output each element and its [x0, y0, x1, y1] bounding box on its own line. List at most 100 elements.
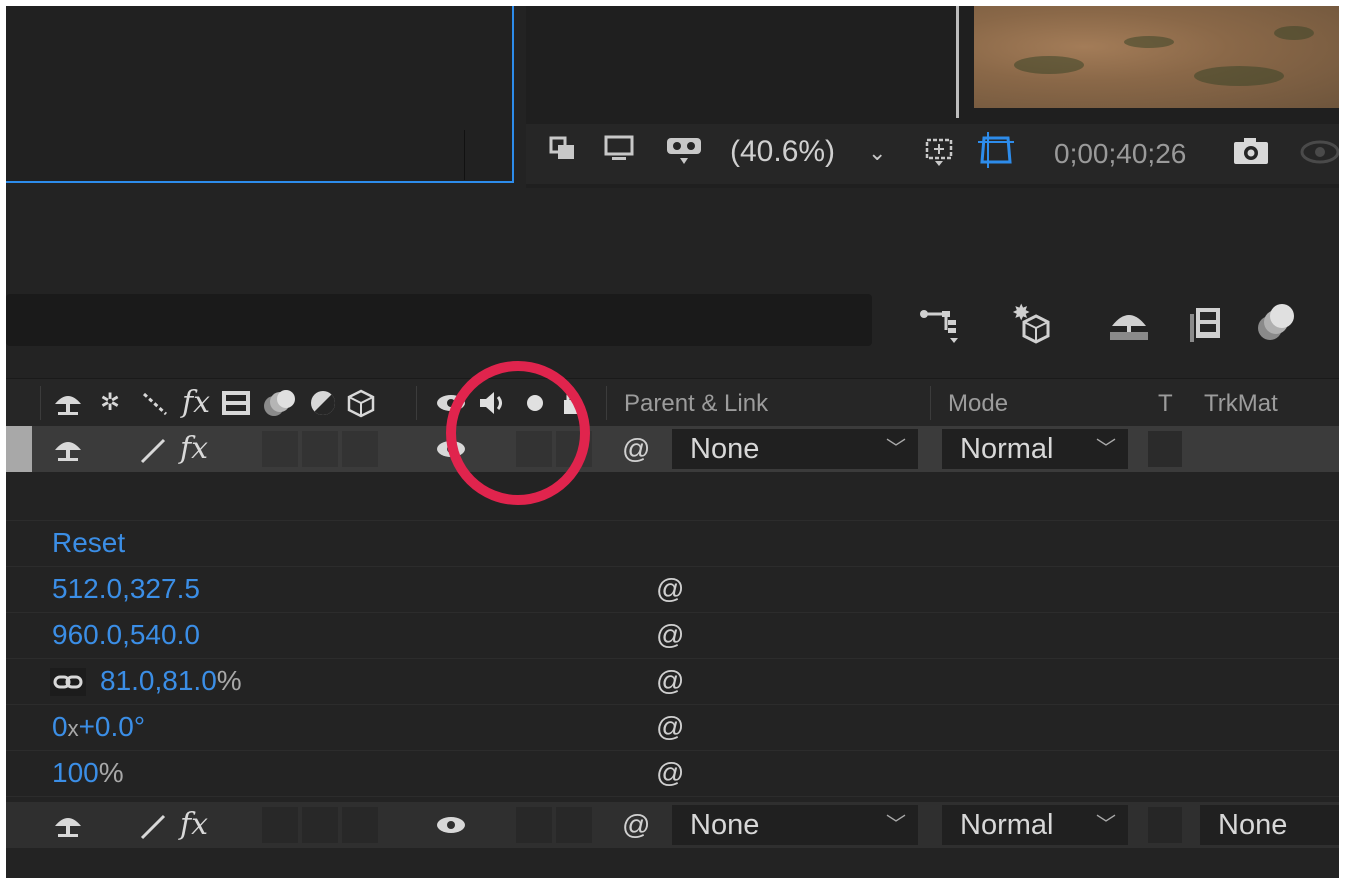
chevron-down-icon: ﹀ [886, 814, 906, 836]
opacity-value[interactable]: 100 [52, 757, 99, 788]
pick-whip-icon[interactable]: @ [656, 566, 684, 612]
frame-blend-switch[interactable] [262, 807, 298, 843]
scale-value[interactable]: 81.0,81.0 [100, 665, 217, 696]
mode-value: Normal [960, 433, 1054, 465]
property-row: 0x+0.0° @ [6, 704, 1339, 751]
solo-switch[interactable] [516, 807, 552, 843]
mode-header[interactable]: Mode [948, 390, 1008, 418]
pick-whip-icon[interactable]: @ [656, 704, 684, 750]
chevron-down-icon: ﹀ [1096, 814, 1116, 836]
motion-blur-icon[interactable] [1252, 300, 1298, 346]
column-divider [416, 386, 417, 420]
region-of-interest-icon[interactable] [922, 134, 956, 168]
preserve-transparency-switch[interactable] [1148, 807, 1182, 843]
effects-switch-icon[interactable]: fx [182, 388, 210, 418]
anchor-point-value[interactable]: 512.0,327.5 [52, 566, 200, 612]
after-effects-window: (40.6%) ⌄ 0;00;40;26 ✸ ✲ fx Parent & Lin… [6, 6, 1339, 878]
panel-divider [464, 130, 465, 180]
motion-blur-switch-icon[interactable] [262, 388, 298, 424]
pick-whip-icon[interactable]: @ [622, 432, 650, 466]
vr-goggles-icon[interactable] [662, 134, 706, 168]
parent-link-header[interactable]: Parent & Link [624, 390, 768, 418]
mode-dropdown[interactable]: Normal ﹀ [942, 429, 1128, 469]
constrain-proportions-icon[interactable] [50, 668, 86, 696]
rotation-turns[interactable]: 0 [52, 711, 68, 742]
parent-value: None [690, 809, 760, 841]
motion-blur-switch[interactable] [302, 807, 338, 843]
shy-switch-icon[interactable] [52, 434, 84, 470]
opacity-unit: % [98, 757, 124, 788]
transparency-grid-icon[interactable] [976, 130, 1016, 170]
quality-slash-icon[interactable] [138, 812, 168, 848]
preserve-transparency-switch[interactable] [1148, 431, 1182, 467]
property-row: 960.0,540.0 @ [6, 612, 1339, 659]
reset-link[interactable]: Reset [52, 520, 125, 566]
mode-value: Normal [960, 809, 1054, 841]
zoom-dropdown[interactable]: (40.6%) [730, 134, 835, 170]
mode-dropdown[interactable]: Normal ﹀ [942, 805, 1128, 845]
trkmat-header[interactable]: TrkMat [1204, 390, 1278, 418]
show-snapshot-icon[interactable] [1296, 134, 1339, 168]
frame-blending-icon[interactable] [1184, 300, 1230, 346]
property-row: 100% @ [6, 750, 1339, 797]
rotation-x: x [67, 716, 79, 741]
preserve-transparency-header[interactable]: T [1158, 390, 1173, 418]
timeline-panel-top [6, 194, 1339, 374]
quality-icon[interactable] [140, 388, 170, 424]
column-divider [930, 386, 931, 420]
shy-layers-icon[interactable] [1106, 300, 1152, 346]
pick-whip-icon[interactable]: @ [656, 658, 684, 704]
property-row: 512.0,327.5 @ [6, 566, 1339, 613]
parent-value: None [690, 433, 760, 465]
layer-label-color[interactable] [6, 426, 32, 472]
effects-switch-icon[interactable]: fx [180, 810, 208, 840]
trkmat-dropdown[interactable]: None [1200, 805, 1339, 845]
effects-switch-icon[interactable]: fx [180, 434, 208, 464]
chevron-down-icon: ﹀ [886, 438, 906, 460]
svg-text:✸: ✸ [1012, 301, 1030, 326]
shy-switch-icon[interactable] [52, 810, 84, 846]
current-time-display[interactable]: 0;00;40;26 [1054, 136, 1186, 172]
adjustment-layer-icon[interactable] [308, 388, 338, 424]
layer-search-input[interactable] [6, 294, 872, 346]
3d-layer-icon[interactable] [346, 388, 376, 424]
scale-value-group: 81.0,81.0% [100, 658, 242, 704]
toggle-mask-icon[interactable] [546, 134, 580, 168]
flowchart-icon[interactable] [916, 300, 962, 346]
parent-dropdown[interactable]: None ﹀ [672, 429, 918, 469]
motion-blur-switch[interactable] [302, 431, 338, 467]
quality-slash-icon[interactable] [138, 436, 168, 472]
column-divider [606, 386, 607, 420]
chevron-down-icon: ﹀ [1096, 438, 1116, 460]
viewer-separator [956, 6, 959, 118]
rotation-degrees[interactable]: +0.0° [79, 711, 145, 742]
3d-layer-switch[interactable] [342, 807, 378, 843]
column-divider [40, 386, 41, 420]
collapse-transformations-icon[interactable]: ✲ [100, 388, 120, 418]
display-icon[interactable] [602, 134, 636, 168]
property-row: Reset [6, 520, 1339, 567]
pick-whip-icon[interactable]: @ [656, 612, 684, 658]
preview-image [974, 6, 1339, 108]
parent-dropdown[interactable]: None ﹀ [672, 805, 918, 845]
camera-icon[interactable] [1230, 134, 1272, 168]
scale-unit: % [216, 665, 242, 696]
pick-whip-icon[interactable]: @ [622, 808, 650, 842]
frame-blend-switch[interactable] [262, 431, 298, 467]
frame-blend-switch-icon[interactable] [220, 388, 252, 424]
shy-switch-icon[interactable] [52, 388, 84, 424]
lock-switch[interactable] [556, 807, 592, 843]
highlight-circle [446, 361, 590, 505]
left-panel [6, 6, 514, 183]
chevron-down-icon[interactable]: ⌄ [868, 136, 886, 170]
3d-layer-switch[interactable] [342, 431, 378, 467]
position-value[interactable]: 960.0,540.0 [52, 612, 200, 658]
property-row [6, 474, 1339, 521]
3d-draft-icon[interactable]: ✸ [1010, 300, 1056, 346]
pick-whip-icon[interactable]: @ [656, 750, 684, 796]
rotation-value-group: 0x+0.0° [52, 704, 145, 752]
eye-icon[interactable] [434, 810, 468, 846]
property-row: 81.0,81.0% @ [6, 658, 1339, 705]
opacity-value-group: 100% [52, 750, 124, 796]
trkmat-value: None [1218, 809, 1288, 841]
